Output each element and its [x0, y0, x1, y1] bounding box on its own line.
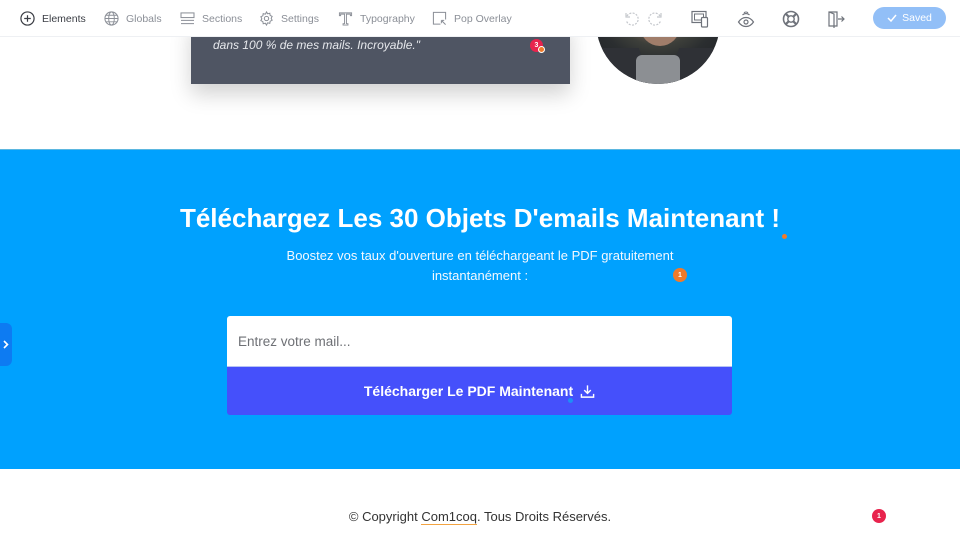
page-editor: Elements Globals Sections Settings Typog…: [0, 0, 960, 540]
toolbar-typography[interactable]: Typography: [338, 0, 415, 37]
typography-icon: [338, 12, 353, 26]
pop-overlay-icon: [432, 11, 447, 25]
avatar-shirt: [636, 55, 680, 84]
toolbar-elements-label: Elements: [42, 12, 86, 25]
toolbar-pop-overlay-label: Pop Overlay: [454, 12, 512, 25]
toolbar-typography-label: Typography: [360, 12, 415, 25]
toolbar-globals[interactable]: Globals: [104, 0, 162, 37]
edit-marker-dot: [782, 234, 787, 239]
undo-icon: [625, 12, 639, 26]
responsive-preview-button[interactable]: [689, 8, 711, 30]
download-pdf-button[interactable]: Télécharger Le PDF Maintenant: [227, 366, 732, 415]
cursor-marker-dot: [568, 398, 573, 403]
redo-button[interactable]: [644, 8, 666, 30]
responsive-preview-icon: [691, 10, 709, 28]
toolbar-elements[interactable]: Elements: [20, 0, 86, 37]
cta-section: Téléchargez Les 30 Objets D'emails Maint…: [0, 149, 960, 469]
toolbar-settings[interactable]: Settings: [259, 0, 319, 37]
footer-suffix: . Tous Droits Réservés.: [476, 509, 612, 524]
status-dot: [538, 46, 545, 53]
sidebar-expand-toggle[interactable]: [0, 323, 12, 366]
help-lifebuoy-icon: [782, 10, 800, 28]
download-icon: [580, 384, 595, 398]
toolbar-pop-overlay[interactable]: Pop Overlay: [432, 0, 512, 37]
cta-subtitle: Boostez vos taux d'ouverture en téléchar…: [286, 248, 674, 283]
plus-circle-icon: [20, 11, 35, 26]
download-pdf-label: Télécharger Le PDF Maintenant: [363, 383, 574, 399]
footer-prefix: © Copyright: [348, 509, 422, 524]
saved-label: Saved: [902, 12, 932, 24]
editor-toolbar: Elements Globals Sections Settings Typog…: [0, 0, 960, 37]
toolbar-sections-label: Sections: [202, 12, 243, 25]
sections-icon: [180, 12, 195, 25]
globe-icon: [104, 11, 119, 26]
testimonial-text: dans 100 % de mes mails. Incroyable.": [213, 38, 421, 52]
toolbar-sections[interactable]: Sections: [180, 0, 242, 37]
preview-eye-icon: [737, 11, 755, 28]
exit-icon: [828, 11, 845, 28]
preview-button[interactable]: [735, 8, 757, 30]
redo-icon: [648, 12, 662, 26]
check-icon: [887, 14, 897, 22]
toolbar-globals-label: Globals: [126, 12, 162, 25]
chevron-right-icon: [3, 340, 9, 349]
footer-copyright: © Copyright Com1coq. Tous Droits Réservé…: [0, 509, 960, 525]
toolbar-settings-label: Settings: [281, 12, 319, 25]
footer-brand-link[interactable]: Com1coq: [421, 509, 477, 525]
cta-title: Téléchargez Les 30 Objets D'emails Maint…: [179, 203, 781, 233]
undo-button[interactable]: [621, 8, 643, 30]
saved-button[interactable]: Saved: [873, 7, 946, 29]
subtitle-comment-badge[interactable]: 1: [673, 268, 687, 282]
help-button[interactable]: [780, 8, 802, 30]
email-input[interactable]: [227, 316, 732, 366]
gear-icon: [260, 11, 273, 26]
footer-comment-badge[interactable]: 1: [872, 509, 886, 523]
exit-button[interactable]: [825, 8, 847, 30]
